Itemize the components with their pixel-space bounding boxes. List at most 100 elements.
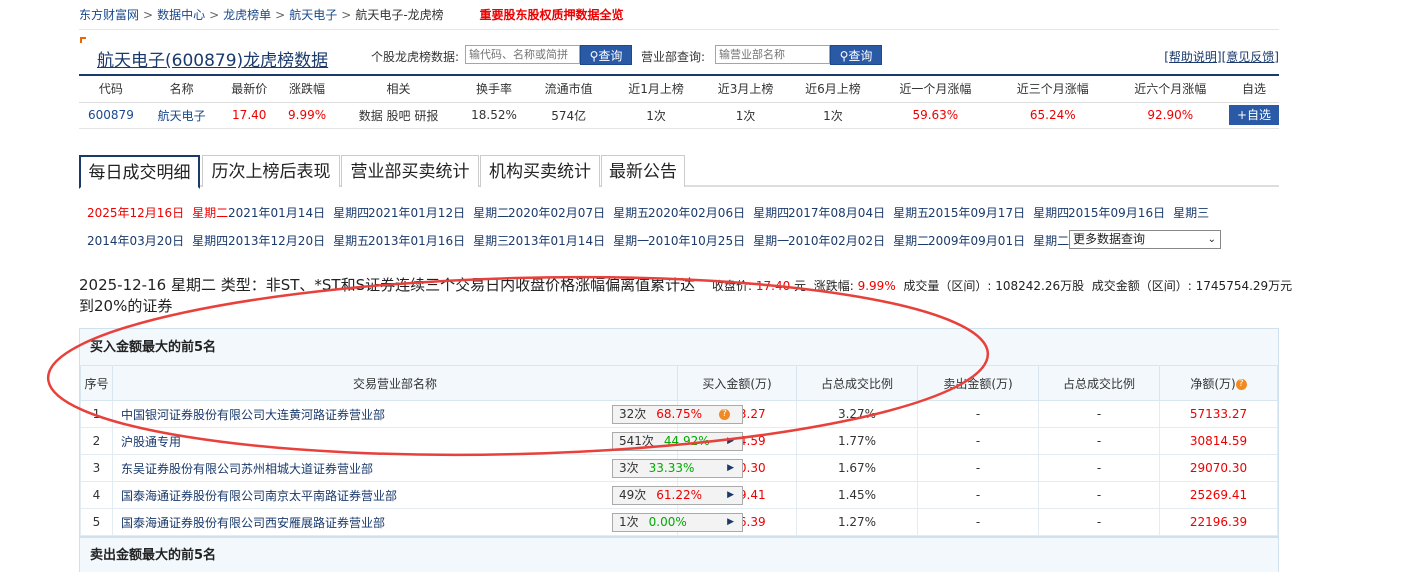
latest-price: 17.40: [220, 102, 279, 129]
stock-query-button[interactable]: ⚲查询: [580, 45, 632, 65]
sell-percent: -: [1038, 481, 1160, 509]
dept-cell: 国泰海通证券股份有限公司南京太平南路证券营业部 49次 61.22% ▶: [112, 481, 743, 509]
help-link[interactable]: [帮助说明]: [1164, 50, 1221, 64]
date-row: 2014年03月20日 星期四 2013年12月20日 星期五 2013年01月16…: [87, 228, 1277, 256]
listed-1m: 1次: [610, 102, 702, 129]
stock-query-input[interactable]: [465, 45, 580, 64]
more-data-select[interactable]: 更多数据查询 ⌄: [1069, 230, 1221, 249]
page-header: 航天电子(600879)龙虎榜数据 个股龙虎榜数据: ⚲查询 营业部查询: ⚲查…: [79, 30, 1279, 76]
dept-name-link[interactable]: 东吴证券股份有限公司苏州相城大道证券营业部: [121, 462, 373, 476]
triangle-right-icon: ▶: [727, 489, 734, 500]
summary-header: 近六个月涨幅: [1111, 76, 1229, 103]
listed-3m: 1次: [701, 102, 790, 129]
breadcrumb-item-data-center[interactable]: 数据中心: [157, 8, 205, 22]
tab-institution-stats[interactable]: 机构买卖统计: [480, 155, 600, 187]
date-link[interactable]: 2020年02月06日 星期四: [648, 204, 789, 221]
market-cap: 574亿: [526, 102, 611, 129]
date-link[interactable]: 2013年12月20日 星期五: [228, 232, 369, 249]
col-header: 净额(万)?: [1159, 365, 1278, 401]
sell-percent: -: [1038, 400, 1160, 428]
dept-query-button[interactable]: ⚲查询: [830, 45, 882, 65]
summary-header: 自选: [1229, 76, 1279, 103]
tab-history-performance[interactable]: 历次上榜后表现: [202, 155, 340, 187]
buy-header-row: 序号 交易营业部名称 买入金额(万) 占总成交比例 卖出金额(万) 占总成交比例…: [80, 365, 1278, 401]
dept-rate-pill[interactable]: 32次 68.75%?: [612, 404, 743, 424]
related-links: 数据 股吧 研报: [335, 102, 462, 129]
feedback-link[interactable]: [意见反馈]: [1222, 50, 1279, 64]
tab-daily-detail[interactable]: 每日成交明细: [79, 155, 200, 189]
related-data-link[interactable]: 数据: [359, 109, 383, 123]
summary-header: 近3月上榜: [701, 76, 790, 103]
triangle-right-icon: ▶: [727, 462, 734, 473]
date-link[interactable]: 2010年10月25日 星期一: [648, 232, 789, 249]
dept-cell: 中国银河证券股份有限公司大连黄河路证券营业部 32次 68.75%?: [112, 400, 743, 428]
date-link[interactable]: 2020年02月07日 星期五: [508, 204, 649, 221]
dept-name-link[interactable]: 沪股通专用: [121, 435, 181, 449]
dept-name-link[interactable]: 国泰海通证券股份有限公司南京太平南路证券营业部: [121, 489, 397, 503]
dept-rate-pill[interactable]: 1次 0.00% ▶: [612, 512, 743, 532]
summary-header: 名称: [142, 76, 221, 103]
breadcrumb-item-home[interactable]: 东方财富网: [79, 8, 139, 22]
date-link[interactable]: 2013年01月16日 星期三: [368, 232, 509, 249]
date-link[interactable]: 2017年08月04日 星期五: [788, 204, 929, 221]
buy-percent: 1.45%: [796, 481, 918, 509]
help-question-icon[interactable]: ?: [1235, 378, 1247, 390]
add-watchlist-button[interactable]: +自选: [1229, 105, 1279, 125]
table-row: 2 沪股通专用 541次44.92%▶ 30814.59 1.77% - - 3…: [80, 427, 1278, 455]
date-link[interactable]: 2021年01月14日 星期四: [228, 204, 369, 221]
summary-header: 换手率: [461, 76, 527, 103]
help-question-icon[interactable]: ?: [719, 408, 730, 420]
sell-amount: -: [917, 427, 1039, 455]
summary-header: 代码: [79, 76, 143, 103]
amount-label: 成交金额（区间）:: [1091, 279, 1192, 293]
tab-dept-stats[interactable]: 营业部买卖统计: [341, 155, 479, 187]
dept-name-link[interactable]: 中国银河证券股份有限公司大连黄河路证券营业部: [121, 408, 385, 422]
dept-rate-pill[interactable]: 3次 33.33% ▶: [612, 458, 743, 478]
trade-type-title: 2025-12-16 星期二 类型：非ST、*ST和S证券连续三个交易日内收盘价…: [79, 276, 696, 315]
related-report-link[interactable]: 研报: [414, 109, 438, 123]
volume-value: 108242.26万股: [995, 279, 1085, 293]
stock-code-link[interactable]: 600879: [88, 108, 134, 122]
sell-percent: -: [1038, 508, 1160, 536]
row-number: 2: [80, 427, 113, 455]
date-link[interactable]: 2015年09月17日 星期四: [928, 204, 1069, 221]
date-row: 2025年12月16日 星期二 2021年01月14日 星期四 2021年01月12…: [87, 200, 1277, 228]
trade-stats: 收盘价: 17.40 元 涨跌幅: 9.99% 成交量（区间）: 108242.…: [712, 277, 1292, 294]
page: 东方财富网 > 数据中心 > 龙虎榜单 > 航天电子 > 航天电子-龙虎榜 重要股东股权质押数据…: [79, 0, 1292, 572]
breadcrumb-item-lhb[interactable]: 龙虎榜单: [223, 8, 271, 22]
summary-header: 近6月上榜: [789, 76, 877, 103]
stock-name-link[interactable]: 航天电子: [158, 109, 206, 123]
breadcrumb-separator: >: [143, 8, 154, 22]
sell-amount: -: [917, 508, 1039, 536]
buy-percent: 1.67%: [796, 454, 918, 482]
row-number: 3: [80, 454, 113, 482]
date-link[interactable]: 2013年01月14日 星期一: [508, 232, 649, 249]
listed-6m: 1次: [789, 102, 877, 129]
volume-label: 成交量（区间）:: [903, 279, 992, 293]
pledge-data-link[interactable]: 重要股东股权质押数据全览: [479, 8, 623, 22]
tab-announcements[interactable]: 最新公告: [601, 155, 685, 187]
date-link[interactable]: 2009年09月01日 星期二: [928, 232, 1069, 249]
col-header: 占总成交比例: [796, 365, 918, 401]
turnover-rate: 18.52%: [461, 102, 527, 129]
date-link[interactable]: 2025年12月16日 星期二: [87, 204, 228, 221]
tab-bar: 每日成交明细 历次上榜后表现 营业部买卖统计 机构买卖统计 最新公告: [79, 155, 1279, 189]
dept-rate-pill[interactable]: 541次 44.92% ▶: [612, 431, 743, 451]
row-number: 4: [80, 481, 113, 509]
row-number: 1: [80, 400, 113, 428]
dept-query-input[interactable]: [715, 45, 830, 64]
summary-header: 近1月上榜: [610, 76, 702, 103]
page-title[interactable]: 航天电子(600879)龙虎榜数据: [97, 46, 328, 71]
breadcrumb-item-stock[interactable]: 航天电子: [289, 8, 337, 22]
date-link[interactable]: 2021年01月12日 星期二: [368, 204, 509, 221]
breadcrumb-separator: >: [275, 8, 286, 22]
sell-top5-title: 卖出金额最大的前5名: [90, 548, 217, 563]
dept-rate-pill[interactable]: 49次 61.22% ▶: [612, 485, 743, 505]
date-link[interactable]: 2014年03月20日 星期四: [87, 232, 228, 249]
date-link[interactable]: 2010年02月02日 星期二: [788, 232, 929, 249]
related-guba-link[interactable]: 股吧: [387, 109, 411, 123]
date-link[interactable]: 2015年09月16日 星期三: [1068, 204, 1209, 221]
close-unit: 元: [794, 279, 807, 293]
dept-name-link[interactable]: 国泰海通证券股份有限公司西安雁展路证券营业部: [121, 516, 385, 530]
col-header: 交易营业部名称: [112, 365, 678, 401]
